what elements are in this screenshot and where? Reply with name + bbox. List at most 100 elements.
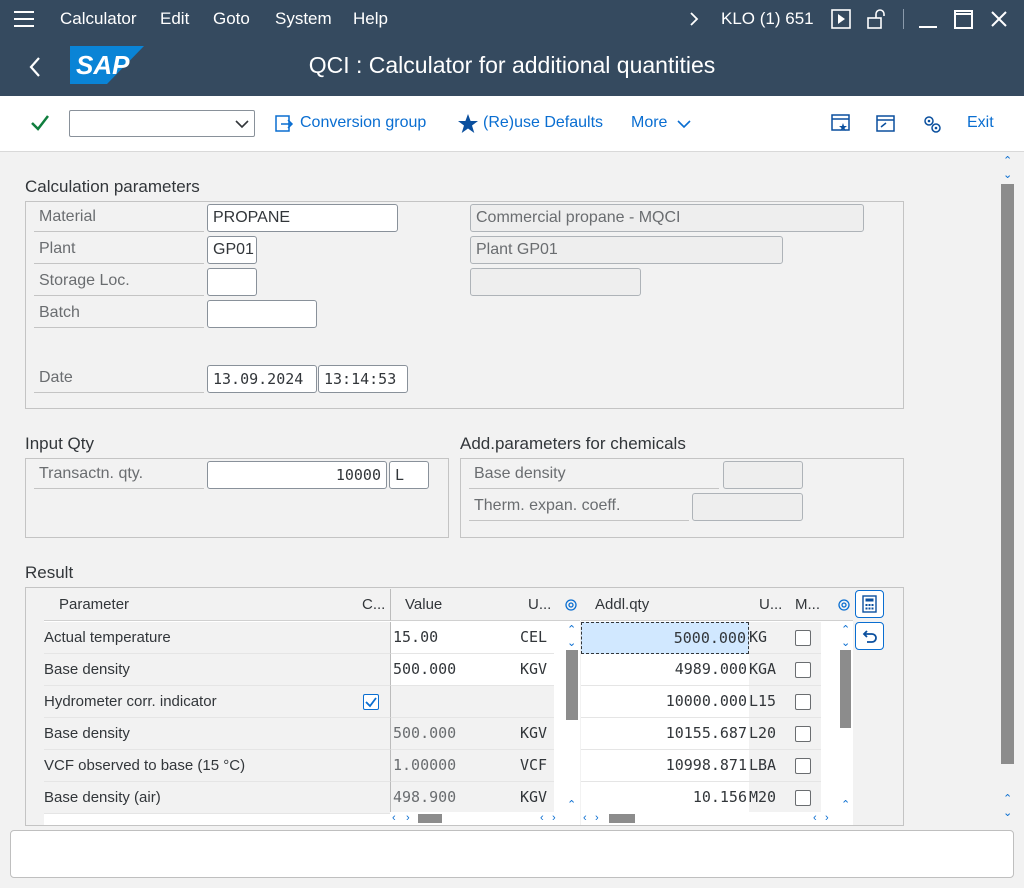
col-header-m[interactable]: M... [785,589,821,621]
checkbox[interactable] [795,790,811,806]
material-input[interactable]: PROPANE [207,204,398,232]
right-scroll-thumb[interactable] [840,650,851,728]
menu-edit[interactable]: Edit [160,9,189,29]
cell-parameter: Base density [44,718,354,750]
bookmark-window-icon[interactable] [831,113,851,133]
checkbox[interactable] [795,662,811,678]
checkmark-icon[interactable] [30,114,50,132]
scroll-up-icon[interactable]: ⌃ [567,625,576,636]
new-window-icon[interactable] [876,113,896,133]
page-scrollbar[interactable]: ⌃ ⌃ ⌃ ⌃ [998,154,1018,826]
scroll-up-icon[interactable]: ⌃ [567,800,576,811]
settings-icon[interactable] [921,113,943,135]
col-header-addl-qty[interactable]: Addl.qty [581,589,749,621]
hamburger-menu-icon[interactable] [14,11,34,27]
col-header-addl-unit[interactable]: U... [749,589,785,621]
storage-loc-input[interactable] [207,268,257,296]
scroll-up-icon[interactable]: ⌃ [1003,794,1012,805]
cell-value[interactable]: 500.000 [390,654,518,686]
cell-value [390,686,518,718]
batch-label: Batch [34,300,204,328]
date-input[interactable]: 13.09.2024 [207,365,317,393]
left-scroll-thumb[interactable] [566,650,578,720]
cell-addl-unit: KG [749,622,785,654]
col-header-unit[interactable]: U... [518,589,554,621]
unlock-icon[interactable] [866,8,886,30]
close-icon[interactable] [990,10,1008,28]
scroll-left-icon[interactable]: ‹ [540,813,544,824]
menu-goto[interactable]: Goto [213,9,250,29]
scroll-up-icon[interactable]: ⌃ [841,625,850,636]
scroll-down-icon[interactable]: ⌃ [841,635,850,647]
cell-value: 1.00000 [390,750,518,782]
cell-addl-qty[interactable]: 10.156 [581,782,749,814]
scroll-left-icon[interactable]: ‹ [813,813,817,824]
scroll-right-icon[interactable]: › [595,813,599,824]
left-hscrollbar[interactable]: ‹ › ‹ › [390,812,580,825]
calculator-button[interactable] [855,590,884,618]
scroll-left-icon[interactable]: ‹ [583,813,587,824]
conversion-group-button[interactable]: Conversion group [300,114,426,132]
star-icon[interactable] [457,113,479,134]
plant-input[interactable]: GP01 [207,236,257,264]
cell-unit: VCF [518,750,554,782]
col-header-value[interactable]: Value [390,589,518,621]
play-icon[interactable] [831,9,851,29]
left-table-scrollbar[interactable]: ⌃ ⌃ ⌃ [564,622,580,812]
menu-system[interactable]: System [275,9,332,29]
checkbox[interactable] [795,630,811,646]
cell-addl-qty[interactable]: 4989.000 [581,654,749,686]
scroll-right-icon[interactable]: › [552,813,556,824]
right-hscroll-thumb[interactable] [609,814,635,823]
batch-input[interactable] [207,300,317,328]
cell-addl-qty[interactable]: 5000.000 [581,622,749,654]
left-hscroll-thumb[interactable] [418,814,442,823]
cell-addl-qty[interactable]: 10998.871 [581,750,749,782]
cell-value[interactable]: 15.00 [390,622,518,654]
scroll-up-icon[interactable]: ⌃ [1003,156,1012,167]
menu-help[interactable]: Help [353,9,388,29]
cell-addl-unit: L15 [749,686,785,718]
minimize-icon[interactable] [918,10,938,30]
exit-button[interactable]: Exit [967,114,994,132]
time-input[interactable]: 13:14:53 [318,365,408,393]
storage-loc-label: Storage Loc. [34,268,204,296]
conversion-group-icon[interactable] [274,114,294,134]
undo-icon [862,630,877,643]
cell-addl-qty[interactable]: 10155.687 [581,718,749,750]
scroll-right-icon[interactable]: › [406,813,410,824]
checkbox[interactable] [795,694,811,710]
scroll-right-icon[interactable]: › [825,813,829,824]
chevron-down-icon[interactable] [234,118,250,130]
scroll-down-icon[interactable]: ⌃ [567,635,576,647]
calc-params-title: Calculation parameters [25,177,200,196]
scroll-down-icon[interactable]: ⌃ [1003,805,1012,817]
command-field[interactable] [69,110,255,137]
chevron-right-icon[interactable] [688,11,700,27]
menu-calculator[interactable]: Calculator [60,9,137,29]
cell-unit: KGV [518,782,554,814]
cell-parameter: Hydrometer corr. indicator [44,686,354,718]
chevron-down-icon[interactable] [676,118,692,130]
cell-addl-qty[interactable]: 10000.000 [581,686,749,718]
more-button[interactable]: More [631,114,667,132]
scroll-up-icon[interactable]: ⌃ [841,800,850,811]
reuse-defaults-button[interactable]: (Re)use Defaults [483,114,603,132]
table-settings-icon[interactable] [836,597,852,613]
checkbox[interactable] [795,726,811,742]
application-toolbar: Conversion group (Re)use Defaults More E… [0,96,1024,152]
col-header-c[interactable]: C... [354,589,390,621]
checkbox[interactable] [795,758,811,774]
right-hscrollbar[interactable]: ‹ › ‹ › [581,812,853,825]
maximize-icon[interactable] [954,10,974,30]
col-header-parameter[interactable]: Parameter [44,589,354,621]
checkbox[interactable] [363,694,379,710]
transaction-unit-input[interactable]: L [389,461,429,489]
scroll-left-icon[interactable]: ‹ [392,813,396,824]
scroll-down-icon[interactable]: ⌃ [1003,167,1012,179]
page-scroll-thumb[interactable] [1001,184,1014,764]
right-table-scrollbar[interactable]: ⌃ ⌃ ⌃ [838,622,853,812]
table-settings-icon[interactable] [563,597,579,613]
undo-button[interactable] [855,622,884,650]
transaction-qty-input[interactable]: 10000 [207,461,387,489]
